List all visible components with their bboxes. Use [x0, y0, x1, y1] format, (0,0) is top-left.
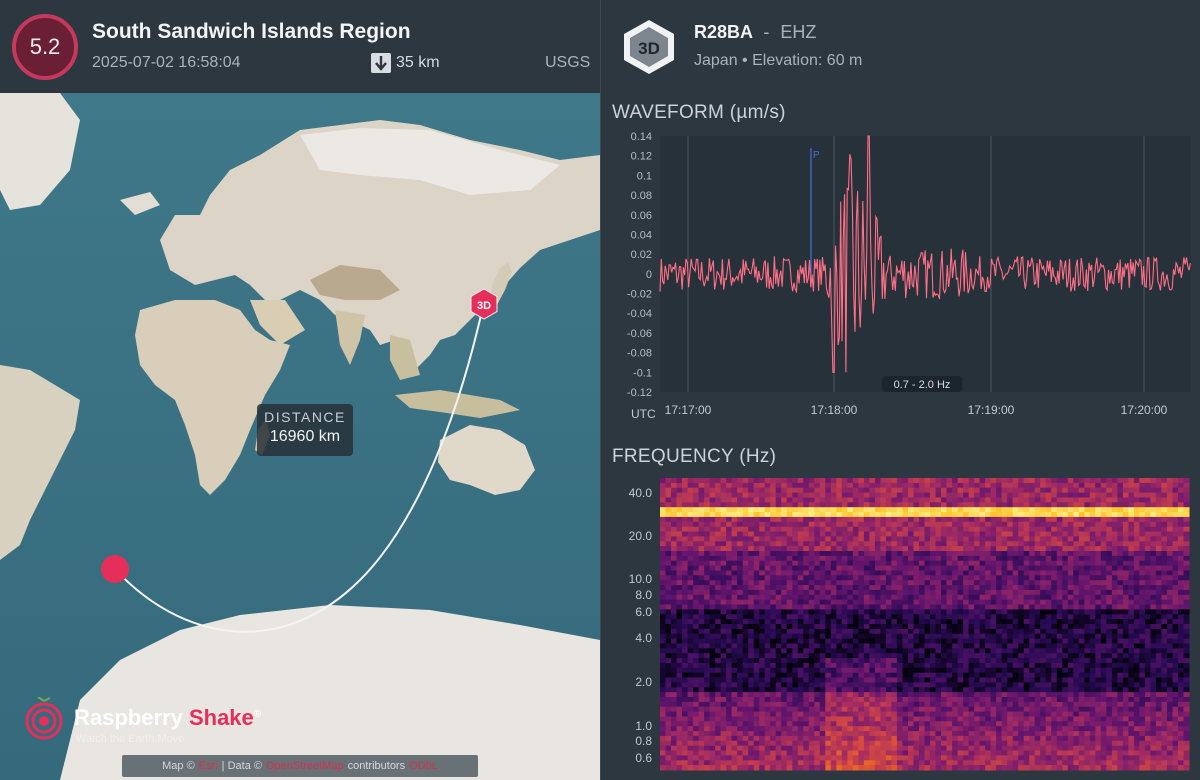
station-code: R28BA: [694, 22, 753, 42]
waveform-x-tick-label: 17:17:00: [665, 403, 712, 417]
distance-box: DISTANCE 16960 km: [257, 404, 353, 456]
world-map[interactable]: 3D DISTANCE 16960 km Raspberry Shake® Wa…: [0, 93, 600, 780]
waveform-y-tick-label: -0.06: [627, 328, 652, 340]
filter-label: 0.7 - 2.0 Hz: [894, 379, 951, 391]
distance-label: DISTANCE: [264, 409, 346, 425]
spectrogram-y-tick-label: 20.0: [629, 529, 653, 543]
waveform-tz-label: UTC: [631, 407, 656, 421]
spectrogram-y-tick-label: 4.0: [635, 631, 652, 645]
station-location: Japan • Elevation: 60 m: [694, 52, 863, 69]
station-separator: -: [763, 22, 770, 42]
waveform-y-tick-label: 0.1: [637, 170, 652, 182]
station-channel: EHZ: [780, 22, 817, 42]
spectrogram-heatmap: [660, 478, 1190, 771]
waveform-y-tick-label: 0.06: [631, 210, 652, 222]
magnitude-value: 5.2: [29, 34, 61, 59]
brand-name-part1: Raspberry: [74, 705, 189, 730]
spectrogram-y-tick-label: 0.6: [635, 751, 652, 765]
p-wave-label: P: [813, 150, 820, 161]
waveform-y-tick-label: 0.12: [631, 151, 652, 163]
waveform-y-tick-label: -0.1: [633, 367, 652, 379]
attribution-license-link[interactable]: ODbL: [409, 760, 438, 772]
spectrogram-y-tick-label: 2.0: [635, 675, 652, 689]
spectrogram-y-tick-label: 0.8: [635, 734, 652, 748]
spectrogram-chart[interactable]: 40.0 20.0 10.0 8.0 6.0 4.0 2.0 1.00.8 0.6: [601, 470, 1200, 780]
attribution-data-link[interactable]: OpenStreetMap: [266, 760, 344, 772]
spectrogram-y-tick-label: 1.0: [635, 719, 652, 733]
waveform-y-tick-label: -0.08: [627, 348, 652, 360]
event-datetime: 2025-07-02 16:58:04: [92, 54, 241, 71]
event-panel: 5.2 South Sandwich Islands Region 2025-0…: [0, 0, 600, 780]
waveform-x-tick-label: 17:18:00: [811, 403, 858, 417]
raspberry-shake-logo-icon: [25, 697, 63, 740]
spectrogram-y-tick-label: 8.0: [635, 588, 652, 602]
waveform-title: WAVEFORM (µm/s): [612, 102, 786, 123]
event-header: 5.2 South Sandwich Islands Region 2025-0…: [0, 0, 600, 93]
arrow-down-icon: [371, 53, 391, 73]
magnitude-badge: 5.2: [12, 14, 78, 80]
waveform-y-tick-label: 0: [646, 269, 652, 281]
brand-registered-mark: ®: [253, 708, 262, 720]
map-attribution: Map © Esri | Data © OpenStreetMap contri…: [122, 755, 478, 777]
event-region: South Sandwich Islands Region: [92, 20, 411, 43]
waveform-chart[interactable]: 0.14 0.12 0.1 0.08 0.06 0.04 0.02 0 -0.02 -0.04 -0…: [601, 128, 1200, 428]
spectrogram-y-tick-label: 40.0: [629, 486, 653, 500]
waveform-x-tick-label: 17:19:00: [968, 403, 1015, 417]
station-panel: 3D R28BA - EHZ Japan • Elevation: 60 m W…: [600, 0, 1200, 780]
waveform-y-tick-label: -0.04: [627, 308, 652, 320]
event-source: USGS: [545, 54, 591, 71]
waveform-y-tick-label: -0.12: [627, 387, 652, 399]
waveform-y-tick-label: 0.08: [631, 190, 652, 202]
epicenter-marker[interactable]: [101, 555, 129, 583]
spectrogram-y-tick-label: 6.0: [635, 605, 652, 619]
attribution-prefix: Map ©: [162, 760, 195, 772]
brand-name-part2: Shake: [188, 705, 254, 730]
brand-name: Raspberry Shake®: [74, 705, 261, 731]
waveform-y-tick-label: 0.14: [631, 131, 652, 143]
station-name: R28BA - EHZ: [694, 22, 816, 43]
distance-value: 16960 km: [269, 428, 341, 445]
attribution-map-link[interactable]: Esri: [199, 760, 218, 772]
station-marker-label: 3D: [477, 300, 491, 312]
waveform-y-tick-label: -0.02: [627, 289, 652, 301]
waveform-x-tick-label: 17:20:00: [1121, 403, 1168, 417]
brand-logo: Raspberry Shake® Watch the Earth Move: [22, 695, 282, 750]
brand-tagline: Watch the Earth Move: [76, 733, 185, 745]
station-type-badge: 3D: [624, 20, 674, 74]
spectrogram-y-tick-label: 10.0: [629, 572, 653, 586]
waveform-y-tick-label: 0.04: [631, 229, 652, 241]
waveform-y-tick-label: 0.02: [631, 249, 652, 261]
event-depth: 35 km: [371, 53, 440, 73]
attribution-data: | Data ©: [221, 760, 262, 772]
depth-value: 35 km: [396, 54, 440, 71]
attribution-contributors: contributors: [347, 760, 406, 772]
station-badge-label: 3D: [638, 39, 660, 58]
spectrogram-title: FREQUENCY (Hz): [612, 446, 777, 467]
app-root: 5.2 South Sandwich Islands Region 2025-0…: [0, 0, 1200, 780]
